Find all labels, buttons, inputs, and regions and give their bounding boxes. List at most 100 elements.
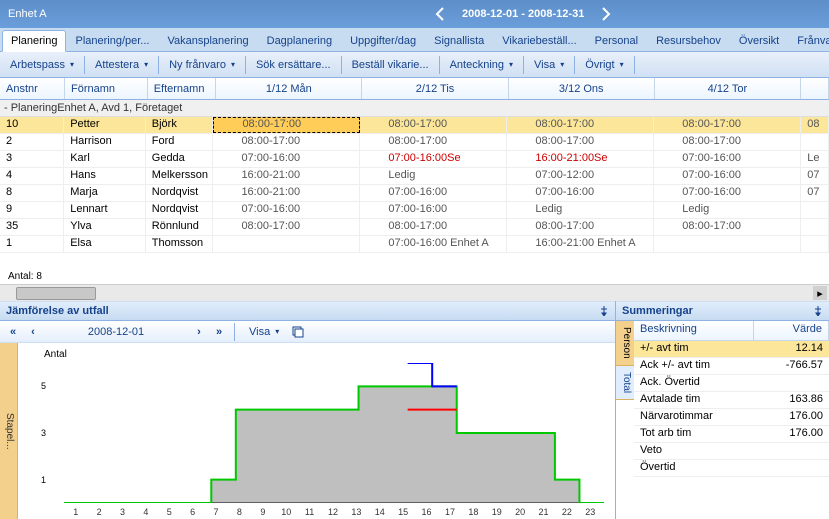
cell-time[interactable]: 08:00-17:00 xyxy=(360,134,507,150)
cell-text[interactable]: Melkersson xyxy=(146,168,214,184)
grid-col-header[interactable]: Anstnr xyxy=(0,78,65,99)
summary-col-value[interactable]: Värde xyxy=(754,321,829,340)
cell-text[interactable]: Marja xyxy=(64,185,146,201)
cell-time[interactable] xyxy=(654,236,801,252)
tab-uppgifter-dag[interactable]: Uppgifter/dag xyxy=(341,30,425,51)
cell-text[interactable]: Hans xyxy=(64,168,146,184)
grid-col-header[interactable]: 4/12 Tor xyxy=(655,78,801,99)
cell-text[interactable]: Thomsson xyxy=(146,236,214,252)
tab-planering[interactable]: Planering xyxy=(2,30,66,52)
cell-time[interactable]: 08:00-17:00 xyxy=(507,219,654,235)
cell-time[interactable]: 07:00-16:00 xyxy=(654,185,801,201)
grid-col-header[interactable]: 3/12 Ons xyxy=(509,78,655,99)
cell-time[interactable]: 08:00-17:00 xyxy=(654,117,801,133)
tab-signallista[interactable]: Signallista xyxy=(425,30,493,51)
chart-visa-dropdown[interactable]: Visa xyxy=(243,323,285,341)
tab-resursbehov[interactable]: Resursbehov xyxy=(647,30,730,51)
table-row[interactable]: 1ElsaThomsson07:00-16:00 Enhet A16:00-21… xyxy=(0,236,829,253)
summary-row[interactable]: Ack +/- avt tim-766.57 xyxy=(634,358,829,375)
cell-text[interactable]: Ford xyxy=(146,134,214,150)
cell-time[interactable]: Ledig xyxy=(360,168,507,184)
table-row[interactable]: 9LennartNordqvist07:00-16:0007:00-16:00L… xyxy=(0,202,829,219)
tab--versikt[interactable]: Översikt xyxy=(730,30,788,51)
next-period-icon[interactable] xyxy=(600,7,612,21)
cell-time[interactable]: 08:00-17:00 xyxy=(507,134,654,150)
summary-col-desc[interactable]: Beskrivning xyxy=(634,321,754,340)
summary-row[interactable]: Närvarotimmar176.00 xyxy=(634,409,829,426)
chart-side-tab[interactable]: Stapel... xyxy=(0,343,18,519)
cell-time[interactable]: 16:00-21:00 Enhet A xyxy=(507,236,654,252)
summary-row[interactable]: Övertid xyxy=(634,460,829,477)
toolbar-s-k-ers-ttare-[interactable]: Sök ersättare... xyxy=(250,56,337,74)
toolbar-attestera[interactable]: Attestera xyxy=(89,56,154,74)
cell-time[interactable]: 07:00-16:00Se xyxy=(360,151,507,167)
cell-time[interactable]: Ledig xyxy=(507,202,654,218)
cell-text[interactable]: Harrison xyxy=(64,134,146,150)
toolbar-visa[interactable]: Visa xyxy=(528,56,570,74)
tab-planering-per-[interactable]: Planering/per... xyxy=(66,30,158,51)
summary-side-tab-total[interactable]: Total xyxy=(616,366,634,400)
first-icon[interactable]: « xyxy=(6,325,20,339)
scrollbar-thumb[interactable] xyxy=(16,287,96,300)
cell-time[interactable]: 07:00-16:00 xyxy=(654,168,801,184)
table-row[interactable]: 2HarrisonFord08:00-17:0008:00-17:0008:00… xyxy=(0,134,829,151)
cell-time[interactable]: 07:00-16:00 xyxy=(213,202,360,218)
prev-icon[interactable]: ‹ xyxy=(26,325,40,339)
cell-time[interactable]: 07:00-12:00 xyxy=(507,168,654,184)
cell-text[interactable]: Elsa xyxy=(64,236,146,252)
cell-time[interactable]: 08:00-17:00 xyxy=(654,134,801,150)
cell-time[interactable] xyxy=(801,219,829,235)
summary-row[interactable]: +/- avt tim12.14 xyxy=(634,341,829,358)
cell-text[interactable]: 2 xyxy=(0,134,64,150)
cell-time[interactable]: 07:00-16:00 xyxy=(360,185,507,201)
cell-text[interactable]: Gedda xyxy=(146,151,214,167)
table-row[interactable]: 8MarjaNordqvist16:00-21:0007:00-16:0007:… xyxy=(0,185,829,202)
grid-col-header[interactable]: 2/12 Tis xyxy=(362,78,508,99)
cell-text[interactable]: 3 xyxy=(0,151,64,167)
toolbar-anteckning[interactable]: Anteckning xyxy=(444,56,519,74)
cell-time[interactable] xyxy=(213,236,360,252)
scroll-right-icon[interactable]: ▸ xyxy=(813,286,827,300)
cell-time[interactable]: 08:00-17:00 xyxy=(654,219,801,235)
cell-text[interactable]: 8 xyxy=(0,185,64,201)
cell-text[interactable]: 10 xyxy=(0,117,64,133)
cell-text[interactable]: Karl xyxy=(64,151,146,167)
cell-time[interactable] xyxy=(801,134,829,150)
cell-text[interactable]: Petter xyxy=(64,117,146,133)
grid-scrollbar[interactable]: ▸ xyxy=(0,284,829,301)
tab-vikariebest-ll-[interactable]: Vikariebeställ... xyxy=(493,30,585,51)
cell-time[interactable]: 08:00-17:00 xyxy=(213,134,360,150)
tab-dagplanering[interactable]: Dagplanering xyxy=(258,30,341,51)
cell-time[interactable] xyxy=(801,236,829,252)
summary-row[interactable]: Avtalade tim163.86 xyxy=(634,392,829,409)
toolbar-arbetspass[interactable]: Arbetspass xyxy=(4,56,80,74)
pin-icon[interactable] xyxy=(599,306,609,316)
table-row[interactable]: 35YlvaRönnlund08:00-17:0008:00-17:0008:0… xyxy=(0,219,829,236)
cell-text[interactable]: 1 xyxy=(0,236,64,252)
cell-time[interactable] xyxy=(801,202,829,218)
toolbar-overflow-icon[interactable] xyxy=(813,59,825,71)
grid-col-header[interactable]: Efternamn xyxy=(148,78,217,99)
table-row[interactable]: 4HansMelkersson16:00-21:00Ledig07:00-12:… xyxy=(0,168,829,185)
grid-col-header[interactable] xyxy=(801,78,829,99)
cell-time[interactable]: Le xyxy=(801,151,829,167)
cell-time[interactable]: 07 xyxy=(801,185,829,201)
cell-text[interactable]: 4 xyxy=(0,168,64,184)
cell-time[interactable]: 16:00-21:00 xyxy=(213,185,360,201)
toolbar-ny-fr-nvaro[interactable]: Ny frånvaro xyxy=(163,56,241,74)
toolbar--vrigt[interactable]: Övrigt xyxy=(579,56,629,74)
cell-time[interactable]: 08:00-17:00 xyxy=(507,117,654,133)
copy-icon[interactable] xyxy=(291,325,305,339)
tab-vakansplanering[interactable]: Vakansplanering xyxy=(158,30,257,51)
cell-time[interactable]: 08:00-17:00 xyxy=(213,117,360,133)
table-row[interactable]: 3KarlGedda07:00-16:0007:00-16:00Se16:00-… xyxy=(0,151,829,168)
cell-time[interactable]: 08:00-17:00 xyxy=(360,219,507,235)
grid-col-header[interactable]: Förnamn xyxy=(65,78,148,99)
tab-personal[interactable]: Personal xyxy=(586,30,647,51)
cell-text[interactable]: Björk xyxy=(146,117,214,133)
cell-time[interactable]: 07 xyxy=(801,168,829,184)
tab-fr-nvaro-ver-[interactable]: Frånvaroöver... xyxy=(788,30,829,51)
cell-text[interactable]: Ylva xyxy=(64,219,146,235)
cell-time[interactable]: 16:00-21:00Se xyxy=(507,151,654,167)
cell-time[interactable]: 16:00-21:00 xyxy=(213,168,360,184)
